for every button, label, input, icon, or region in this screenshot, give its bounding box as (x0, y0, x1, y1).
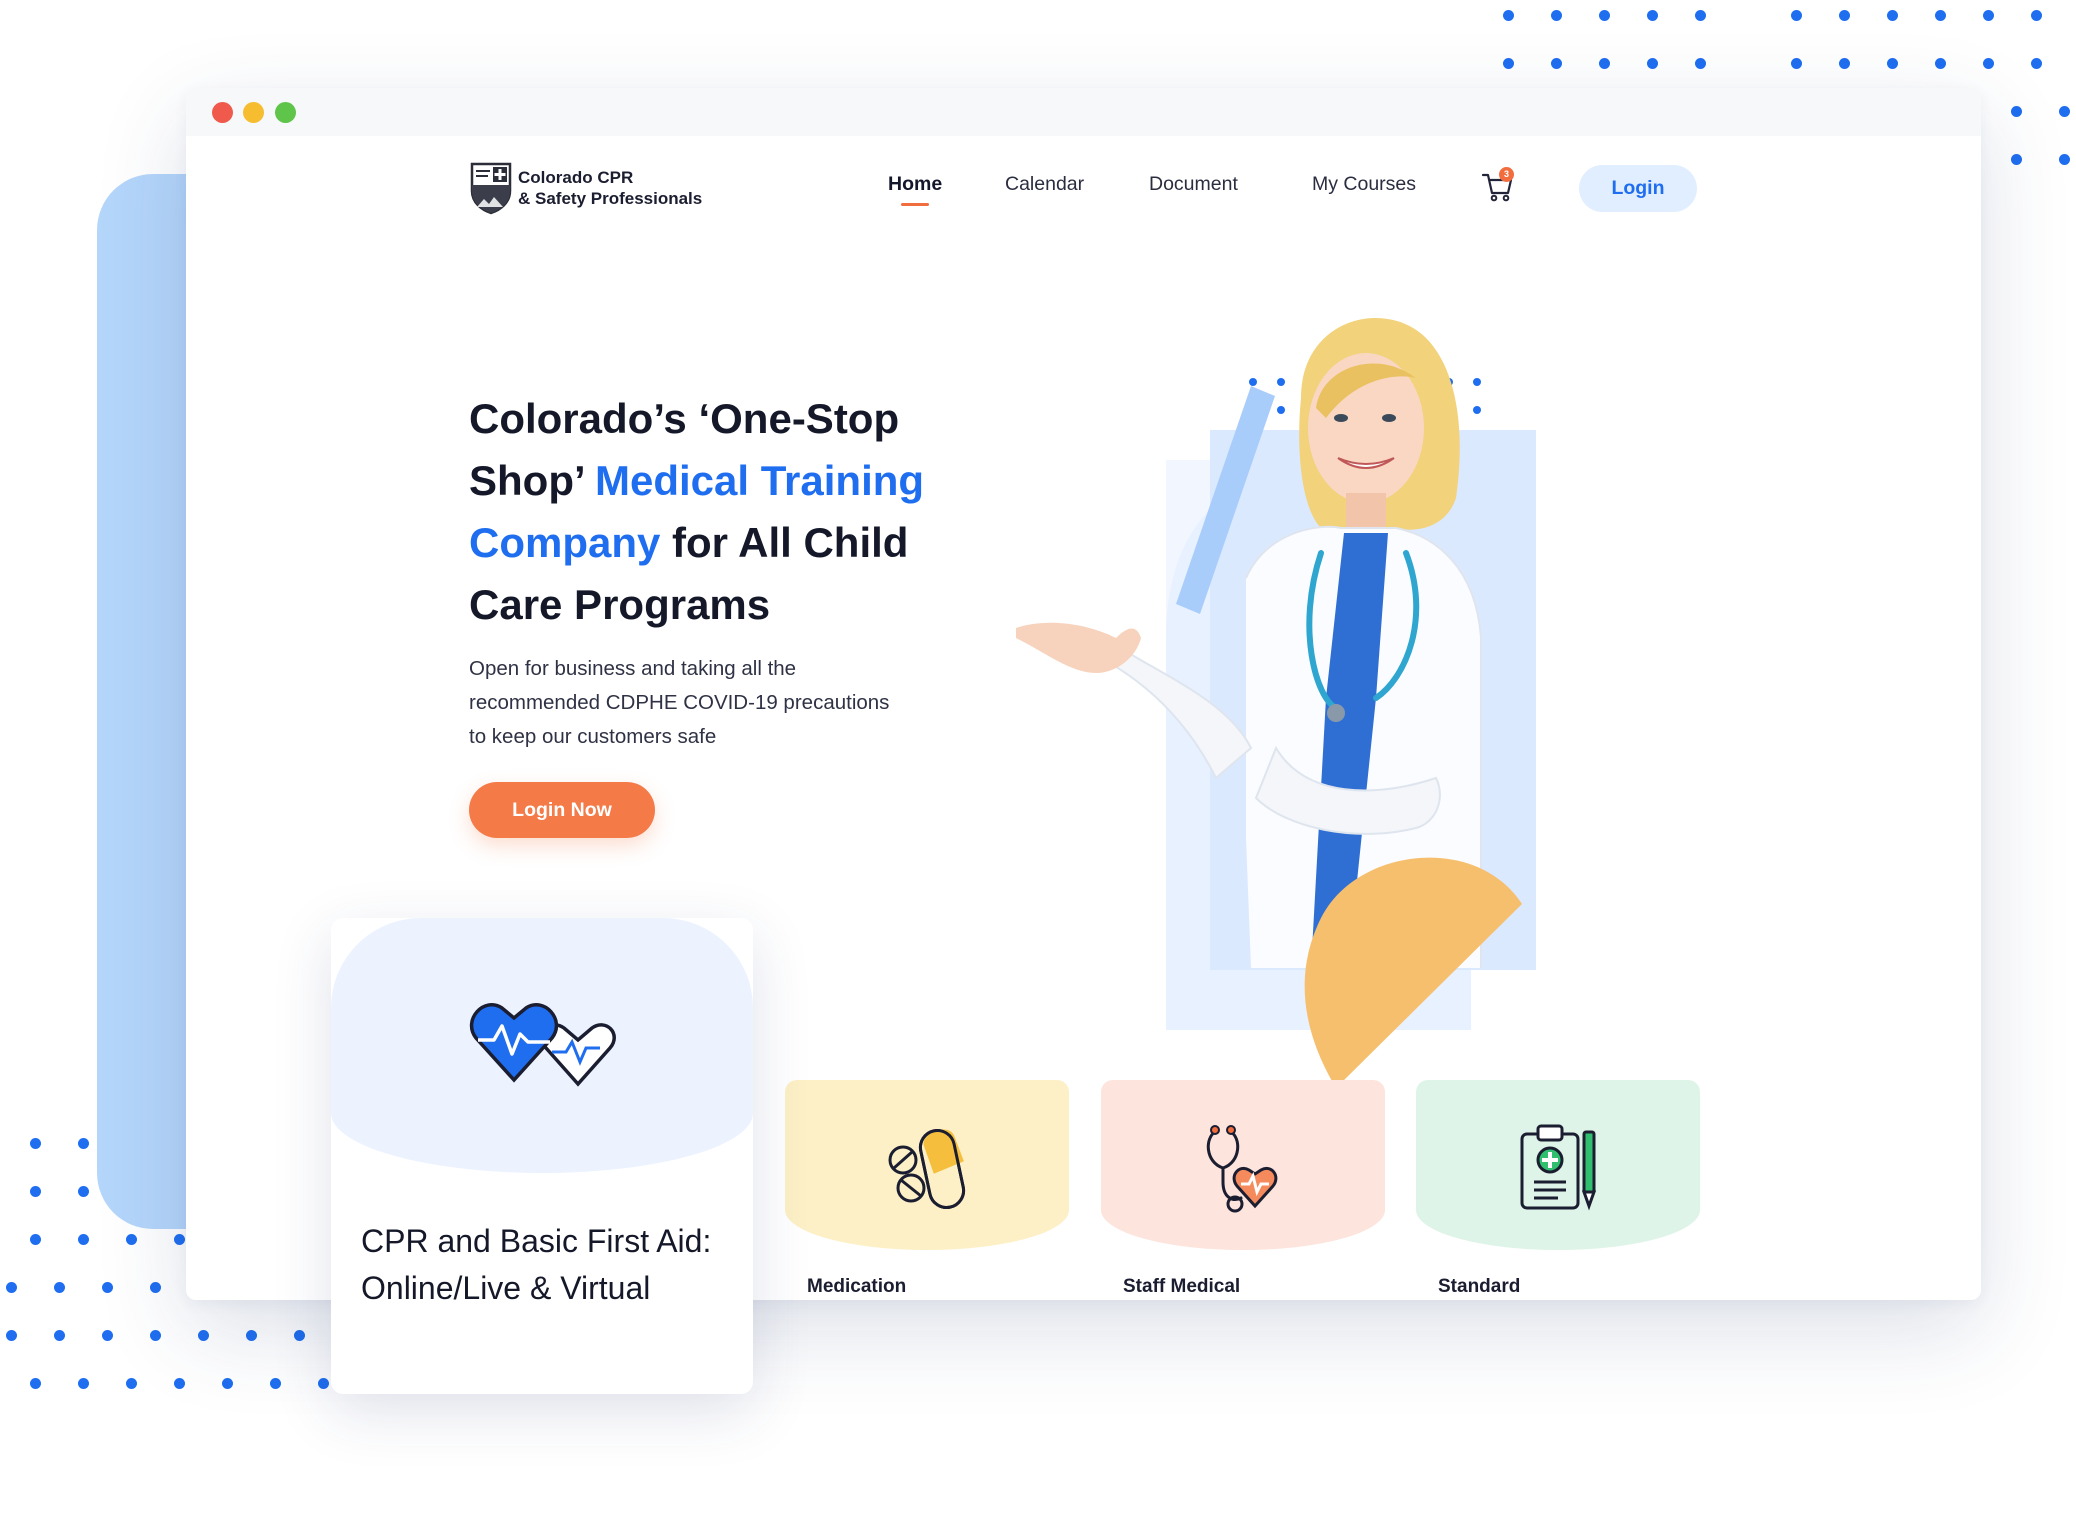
decorative-dot (270, 1378, 281, 1389)
decorative-dot (150, 1330, 161, 1341)
feature-card-title: CPR and Basic First Aid: Online/Live & V… (361, 1223, 712, 1306)
decorative-dot (30, 1186, 41, 1197)
nav-calendar-link[interactable]: Calendar (1005, 173, 1084, 196)
decorative-dot (30, 1138, 41, 1149)
nav-my-courses-link[interactable]: My Courses (1312, 173, 1416, 196)
decorative-dot (1935, 58, 1946, 69)
course-card-standard[interactable]: Standard (1416, 1080, 1700, 1300)
decorative-dot (222, 1378, 233, 1389)
decorative-dot (318, 1378, 329, 1389)
decorative-dot (78, 1138, 89, 1149)
brand-name: Colorado CPR & Safety Professionals (518, 167, 702, 209)
decorative-dot (78, 1378, 89, 1389)
decorative-dot (1983, 58, 1994, 69)
pills-icon (888, 1128, 966, 1210)
shield-cross-icon (470, 162, 512, 215)
decorative-dot (54, 1330, 65, 1341)
decorative-dot (1839, 58, 1850, 69)
nav-home-link[interactable]: Home (888, 173, 942, 206)
clipboard-pen-icon (1520, 1124, 1597, 1211)
decorative-dot (1551, 58, 1562, 69)
decorative-dot (2031, 58, 2042, 69)
decorative-dot (78, 1186, 89, 1197)
course-card-staff-medical[interactable]: Staff Medical (1101, 1080, 1385, 1300)
decorative-dot (1551, 10, 1562, 21)
decorative-dot (294, 1330, 305, 1341)
feature-card-cpr[interactable]: CPR and Basic First Aid: Online/Live & V… (331, 918, 753, 1394)
decorative-dot (1695, 58, 1706, 69)
cart-count-badge: 3 (1499, 167, 1514, 182)
maximize-window-button[interactable] (275, 102, 296, 123)
decorative-dot (1791, 10, 1802, 21)
decorative-dot (78, 1234, 89, 1245)
decorative-dot (1647, 58, 1658, 69)
decorative-dot (1839, 10, 1850, 21)
nav-document-link[interactable]: Document (1149, 173, 1238, 196)
course-card-label: Staff Medical (1123, 1276, 1241, 1297)
decorative-dot (1791, 58, 1802, 69)
decorative-dot (150, 1282, 161, 1293)
hero-subtitle: Open for business and taking all the rec… (469, 657, 890, 748)
decorative-dot (1503, 58, 1514, 69)
decorative-dot (1935, 10, 1946, 21)
brand-name-line2: & Safety Professionals (518, 189, 703, 208)
cart-button[interactable]: 3 (1481, 167, 1515, 203)
decorative-dot (2059, 154, 2070, 165)
decorative-dot (1983, 10, 1994, 21)
site-header: Colorado CPR & Safety Professionals Home… (186, 136, 1981, 246)
decorative-dot (1647, 10, 1658, 21)
decorative-dot (174, 1234, 185, 1245)
decorative-dot (102, 1330, 113, 1341)
decorative-dot (1599, 58, 1610, 69)
decorative-dot (6, 1282, 17, 1293)
decorative-dot (6, 1330, 17, 1341)
hearts-heartbeat-icon (469, 1003, 616, 1087)
brand-name-line1: Colorado CPR (518, 168, 634, 187)
window-titlebar (186, 88, 1981, 136)
decorative-dot (1887, 58, 1898, 69)
close-window-button[interactable] (212, 102, 233, 123)
decorative-dot (30, 1234, 41, 1245)
course-card-medication[interactable]: Medication (785, 1080, 1069, 1300)
decorative-dot (1503, 10, 1514, 21)
login-now-button[interactable]: Login Now (469, 782, 655, 838)
login-button[interactable]: Login (1579, 165, 1697, 212)
stethoscope-heart-icon (1206, 1125, 1278, 1213)
decorative-dot (30, 1378, 41, 1389)
decorative-dot (246, 1330, 257, 1341)
decorative-dot (198, 1330, 209, 1341)
hero-title: Colorado’s ‘One-Stop Shop’ Medical Train… (469, 388, 989, 636)
minimize-window-button[interactable] (243, 102, 264, 123)
decorative-dot (2011, 154, 2022, 165)
course-card-label: Standard (1438, 1276, 1521, 1297)
decorative-dot (1887, 10, 1898, 21)
decorative-dot (126, 1234, 137, 1245)
decorative-dot (1695, 10, 1706, 21)
decorative-dot (1599, 10, 1610, 21)
doctor-hero-illustration (1016, 318, 1536, 1088)
decorative-dot (174, 1378, 185, 1389)
decorative-dot (2011, 106, 2022, 117)
decorative-dot (54, 1282, 65, 1293)
decorative-dot (2059, 106, 2070, 117)
decorative-dot (102, 1282, 113, 1293)
course-card-label: Medication (807, 1276, 907, 1297)
decorative-dot (2031, 10, 2042, 21)
site-logo[interactable]: Colorado CPR & Safety Professionals (469, 161, 702, 215)
decorative-dot (126, 1378, 137, 1389)
